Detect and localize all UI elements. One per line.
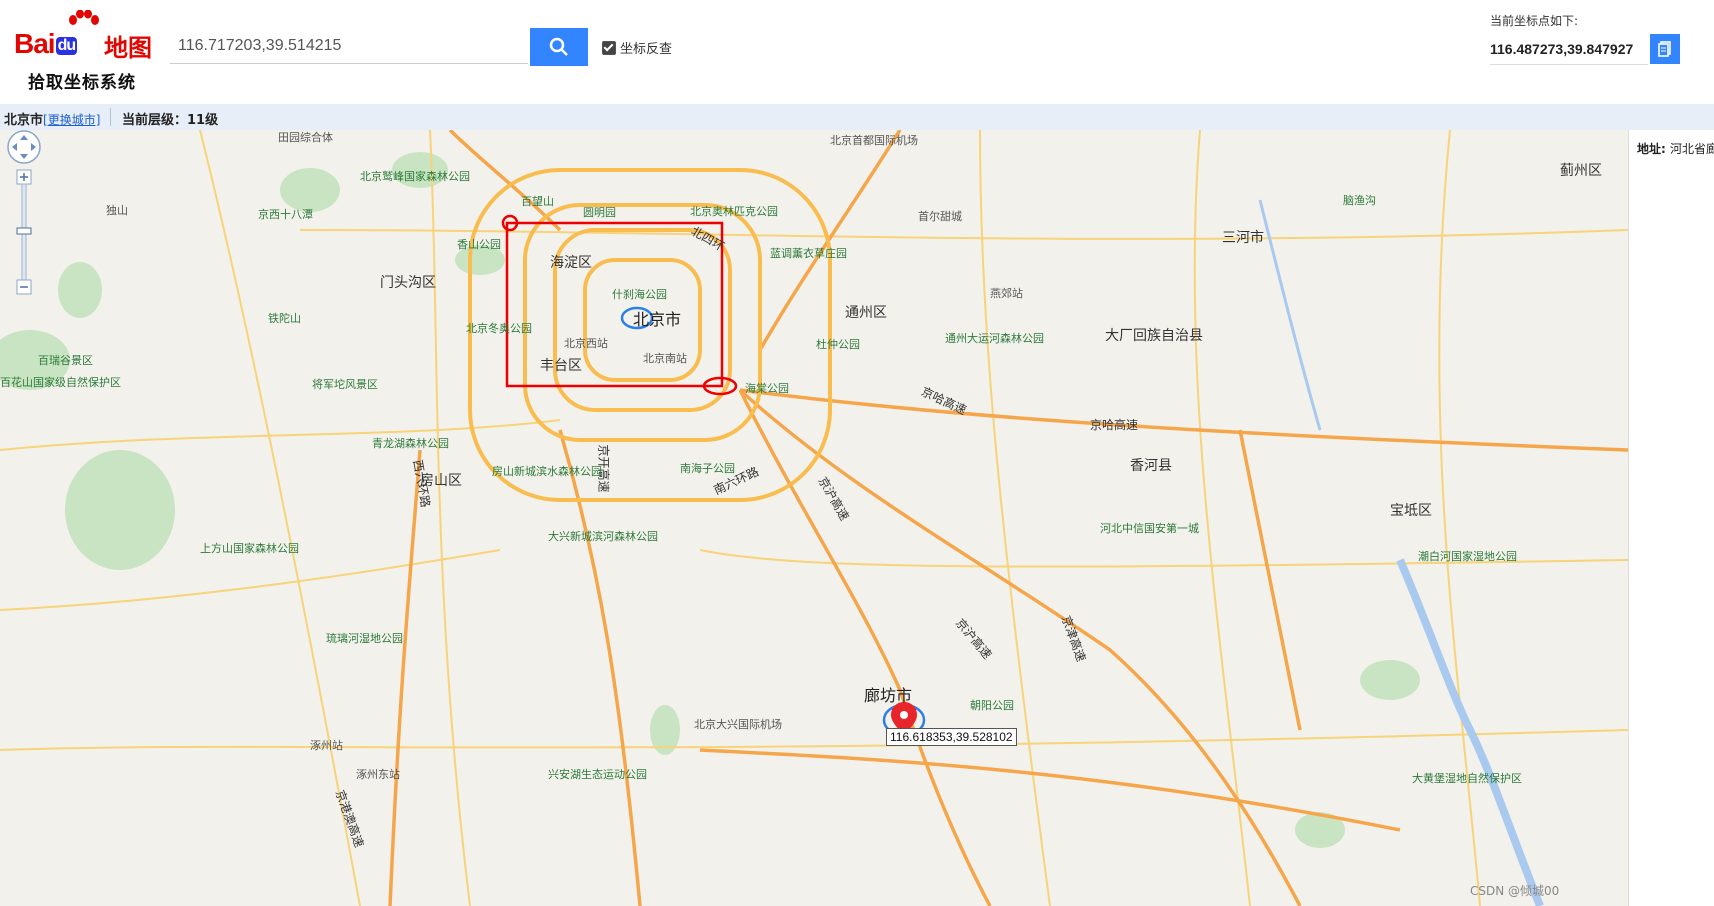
map-label-baiwang: 百望山 bbox=[521, 195, 554, 208]
map-label-jizhou: 蓟州区 bbox=[1560, 163, 1602, 179]
divider bbox=[110, 108, 111, 126]
map-label-xiangshan: 香山公园 bbox=[457, 238, 501, 251]
reverse-checkbox[interactable] bbox=[602, 40, 616, 55]
map-label-bjolympic: 北京奥林匹克公园 bbox=[690, 205, 778, 218]
page-title: 拾取坐标系统 bbox=[28, 73, 136, 93]
map-label-tongzhoupark: 通州大运河森林公园 bbox=[945, 332, 1044, 345]
map-label-fushui: 大兴新城滨河森林公园 bbox=[548, 530, 658, 543]
map-label-zhuozhou: 涿州站 bbox=[310, 739, 343, 752]
current-coord-label: 当前坐标点如下: bbox=[1490, 14, 1579, 28]
coordinate-search-input[interactable] bbox=[170, 28, 528, 64]
map-label-nanhaizi: 南海子公园 bbox=[680, 462, 735, 475]
map-label-dupark: 杜仲公园 bbox=[816, 338, 860, 351]
address-panel: 地址: 河北省廊 bbox=[1628, 130, 1714, 906]
map-label-shangfang: 上方山国家森林公园 bbox=[200, 542, 299, 555]
search-button[interactable] bbox=[530, 28, 588, 66]
map-label-shishahai: 什刹海公园 bbox=[612, 288, 667, 301]
map-label-baihua: 百瑞谷景区 bbox=[38, 354, 93, 367]
map-label-shouer: 首尔甜城 bbox=[918, 210, 962, 223]
zoom-slider-handle[interactable] bbox=[16, 227, 32, 235]
address-text: 地址: 河北省廊 bbox=[1637, 142, 1714, 156]
pan-control-icon[interactable] bbox=[7, 130, 41, 164]
search-icon bbox=[549, 37, 568, 56]
map-label-tuoshan: 铁陀山 bbox=[268, 312, 301, 325]
zoom-out-icon[interactable] bbox=[16, 279, 32, 295]
map-label-fangshan-park: 房山新城滨水森林公园 bbox=[492, 465, 602, 478]
header: Baidu 地图 拾取坐标系统 坐标反查 当前坐标点如下: 116.487273… bbox=[0, 0, 1714, 104]
zoom-in-icon[interactable] bbox=[16, 169, 32, 185]
map-label-zhuozhoueast: 涿州东站 bbox=[356, 768, 400, 781]
current-city: 北京市[更换城市] bbox=[4, 113, 101, 128]
map-label-hebei-zx: 河北中信国安第一城 bbox=[1100, 522, 1199, 535]
map-label-haitang: 海棠公园 bbox=[745, 382, 789, 395]
map-label-haidian: 海淀区 bbox=[550, 255, 592, 271]
nav-svg bbox=[7, 130, 41, 295]
map-label-daxing-airport: 北京大兴国际机场 bbox=[694, 718, 782, 731]
logo-word: Bai du bbox=[14, 28, 78, 59]
reverse-label: 坐标反查 bbox=[620, 42, 673, 57]
map-label-chaobai: 潮白河国家湿地公园 bbox=[1418, 550, 1517, 563]
map-label-dahuangbao: 大黄堡湿地自然保护区 bbox=[1412, 772, 1522, 785]
reverse-lookup-toggle[interactable]: 坐标反查 bbox=[602, 38, 672, 57]
logo-cn: 地图 bbox=[104, 34, 152, 62]
map-label-bjsouth: 北京南站 bbox=[643, 352, 687, 365]
map-label-lantiao: 蓝调薰衣草庄园 bbox=[770, 247, 847, 260]
map-label-dushan: 独山 bbox=[106, 204, 128, 217]
river-2 bbox=[1258, 199, 1322, 431]
map-label-yanjiao: 燕郊站 bbox=[990, 287, 1023, 300]
map-label-chaoyangpark: 朝阳公园 bbox=[970, 699, 1014, 712]
map-canvas[interactable]: 北京市 廊坊市 海淀区 丰台区 通州区 门头沟区 房山区 北京大兴国际机场 北京… bbox=[0, 130, 1628, 906]
zoom-level: 当前层级：11级 bbox=[122, 113, 219, 128]
map-label-jingxi: 京西十八潭 bbox=[258, 208, 313, 221]
map-label-bjwest: 北京西站 bbox=[564, 337, 608, 350]
copy-icon bbox=[1658, 41, 1671, 57]
map-label-qinglong: 青龙湖森林公园 bbox=[372, 437, 449, 450]
map-label-xianghe: 香河县 bbox=[1130, 458, 1172, 474]
map-label-jiangjuntuo: 将军坨风景区 bbox=[312, 378, 378, 391]
baidu-map-logo[interactable]: Bai du 地图 拾取坐标系统 bbox=[14, 10, 154, 93]
map-label-beijing-nat: 北京鹫峰国家森林公园 bbox=[360, 170, 470, 183]
map-label-dachang: 大厂回族自治县 bbox=[1105, 328, 1203, 344]
map-label-jingha2: 京哈高速 bbox=[1090, 418, 1139, 432]
map-label-capital-airport: 北京首都国际机场 bbox=[830, 134, 918, 147]
map-label-yizhuang: 兴安湖生态运动公园 bbox=[548, 768, 647, 781]
map-label-yuanmingyuan: 圆明园 bbox=[583, 206, 616, 219]
change-city-link[interactable]: [更换城市] bbox=[43, 113, 100, 127]
map-label-naoyugou: 脑渔沟 bbox=[1343, 194, 1376, 207]
map-label-fengtai: 丰台区 bbox=[540, 358, 582, 374]
map-label-baicaopan: 百花山国家级自然保护区 bbox=[0, 376, 121, 389]
map-label-beijing: 北京市 bbox=[633, 310, 682, 329]
map-label-sanhe: 三河市 bbox=[1222, 230, 1264, 246]
map-label-langfang: 廊坊市 bbox=[864, 686, 913, 705]
watermark: CSDN @倾城00 bbox=[1470, 884, 1560, 898]
current-coord-value[interactable]: 116.487273,39.847927 bbox=[1490, 34, 1648, 65]
marker-coordinate-tooltip: 116.618353,39.528102 bbox=[886, 728, 1017, 746]
copy-button[interactable] bbox=[1650, 34, 1680, 64]
map-label-mentougou: 门头沟区 bbox=[380, 275, 436, 291]
map-label-tongzhou: 通州区 bbox=[845, 305, 887, 321]
city-bar: 北京市[更换城市] 当前层级：11级 bbox=[0, 104, 1714, 131]
map-label-tiantai: 田园综合体 bbox=[278, 131, 333, 144]
map-label-baodi: 宝坻区 bbox=[1390, 503, 1432, 519]
map-label-liudu: 北京冬奥公园 bbox=[466, 322, 532, 335]
map-label-liulihe: 琉璃河湿地公园 bbox=[326, 632, 403, 645]
